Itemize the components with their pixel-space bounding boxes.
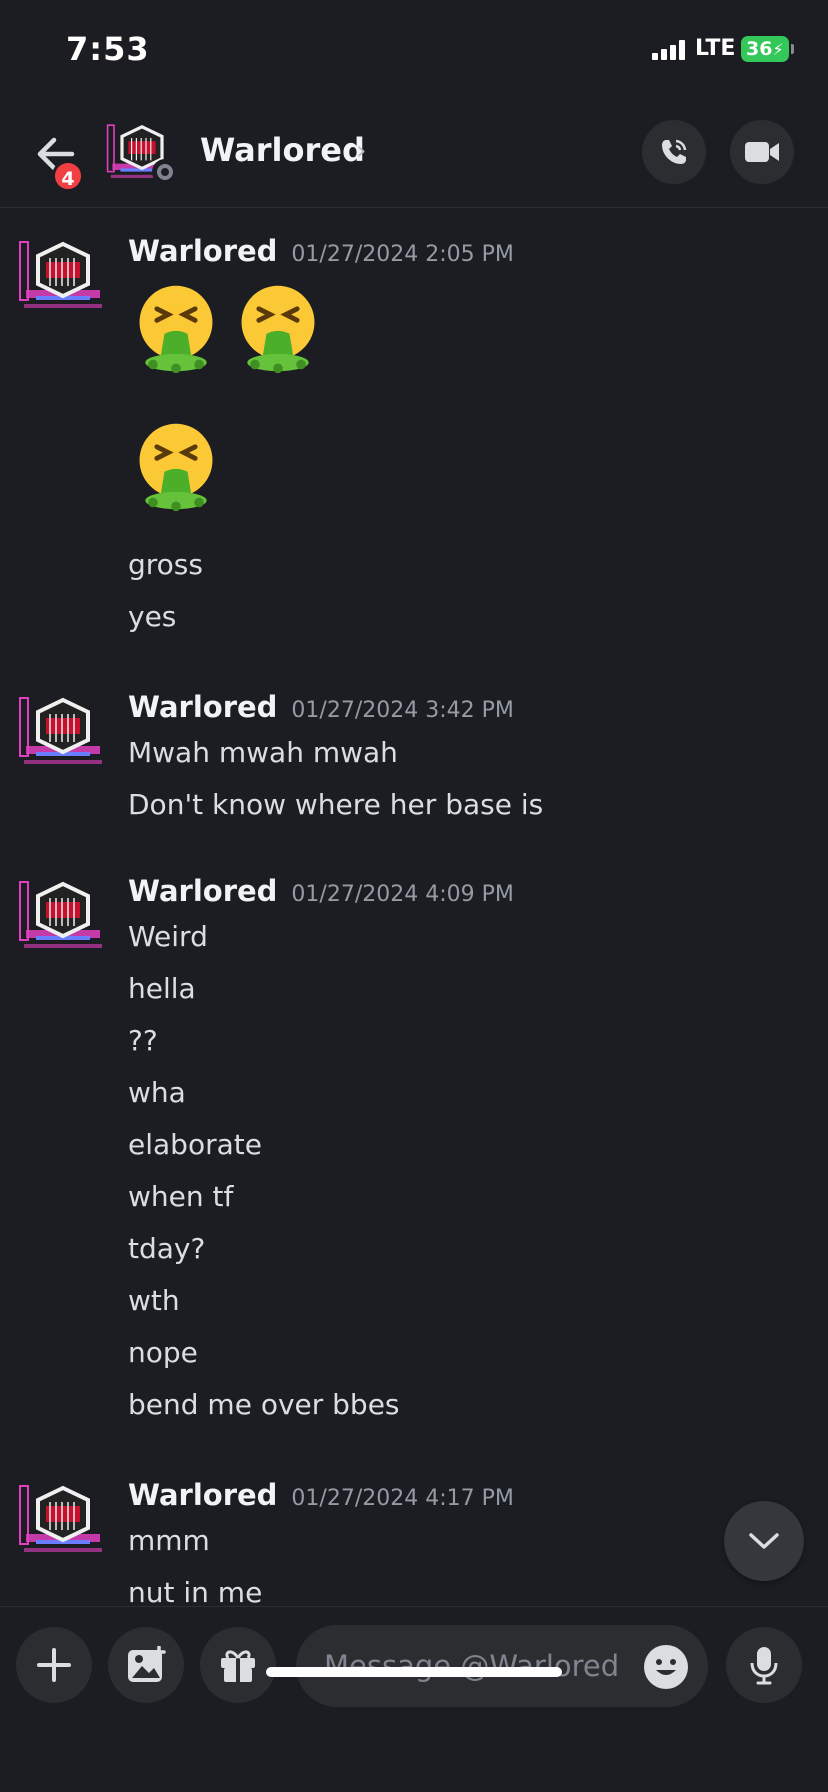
message-text[interactable]: wth xyxy=(128,1284,180,1317)
chevron-down-icon xyxy=(749,1533,779,1549)
message-header: Warlored 01/27/2024 4:17 PM xyxy=(128,1478,514,1518)
attach-button[interactable] xyxy=(16,1627,92,1703)
vomiting-face-emoji-icon xyxy=(139,285,213,374)
chevron-right-icon[interactable]: › xyxy=(356,136,366,166)
gift-icon xyxy=(221,1650,255,1682)
channel-name[interactable]: Warlored xyxy=(200,131,365,169)
message-text[interactable]: elaborate xyxy=(128,1128,262,1161)
message-text[interactable]: when tf xyxy=(128,1180,233,1213)
avatar[interactable] xyxy=(18,1482,108,1562)
message-timestamp: 01/27/2024 2:05 PM xyxy=(291,242,514,267)
channel-header: 4 Warlored › xyxy=(0,100,828,208)
message-text[interactable]: Don't know where her base is xyxy=(128,788,543,821)
message-header: Warlored 01/27/2024 4:09 PM xyxy=(128,874,514,914)
message-composer xyxy=(0,1606,828,1792)
gift-button[interactable] xyxy=(200,1627,276,1703)
message-timestamp: 01/27/2024 4:09 PM xyxy=(291,882,514,907)
status-bar: 7:53 LTE 36⚡ xyxy=(0,0,828,100)
voice-message-button[interactable] xyxy=(726,1627,802,1703)
message-text[interactable]: hella xyxy=(128,972,196,1005)
avatar[interactable] xyxy=(18,878,108,958)
avatar[interactable] xyxy=(18,238,108,318)
phone-icon xyxy=(662,139,687,164)
message-timestamp: 01/27/2024 4:17 PM xyxy=(291,1486,514,1511)
message-header: Warlored 01/27/2024 2:05 PM xyxy=(128,234,514,274)
emoji-picker-button[interactable] xyxy=(644,1645,688,1689)
unread-badge: 4 xyxy=(52,160,84,192)
image-upload-button[interactable] xyxy=(108,1627,184,1703)
video-camera-icon xyxy=(745,142,779,162)
status-time: 7:53 xyxy=(66,30,150,68)
message-author[interactable]: Warlored xyxy=(128,690,277,724)
microphone-icon xyxy=(750,1647,778,1685)
message-text[interactable]: yes xyxy=(128,600,176,633)
presence-status-icon xyxy=(152,159,178,185)
vomiting-face-emoji-icon xyxy=(241,285,315,374)
jump-to-bottom-button[interactable] xyxy=(724,1501,804,1581)
vomiting-face-emoji-icon xyxy=(139,423,213,512)
message-author[interactable]: Warlored xyxy=(128,874,277,908)
message-text[interactable]: nope xyxy=(128,1336,198,1369)
carrier-label: LTE xyxy=(695,36,736,61)
message-header: Warlored 01/27/2024 3:42 PM xyxy=(128,690,514,730)
message-list[interactable]: Warlored 01/27/2024 2:05 PM gross yes Wa… xyxy=(0,208,828,1606)
message-text[interactable]: bend me over bbes xyxy=(128,1388,400,1421)
message-text[interactable]: Mwah mwah mwah xyxy=(128,736,398,769)
message-text[interactable]: Weird xyxy=(128,920,208,953)
message-timestamp: 01/27/2024 3:42 PM xyxy=(291,698,514,723)
battery-tip xyxy=(791,44,794,54)
message-text[interactable]: mmm xyxy=(128,1524,210,1557)
image-icon xyxy=(128,1646,166,1682)
message-author[interactable]: Warlored xyxy=(128,1478,277,1512)
message-text[interactable]: nut in me xyxy=(128,1576,262,1606)
battery-level: 36 xyxy=(746,38,773,60)
signal-icon xyxy=(652,40,686,60)
smiley-icon xyxy=(646,1647,686,1687)
plus-icon xyxy=(37,1648,71,1682)
video-call-button[interactable] xyxy=(730,120,794,184)
message-author[interactable]: Warlored xyxy=(128,234,277,268)
battery-icon: 36⚡ xyxy=(741,36,789,62)
avatar[interactable] xyxy=(18,694,108,774)
message-text[interactable]: gross xyxy=(128,548,203,581)
message-text[interactable]: wha xyxy=(128,1076,186,1109)
message-text[interactable]: tday? xyxy=(128,1232,205,1265)
message-text[interactable]: ?? xyxy=(128,1024,158,1057)
home-indicator xyxy=(266,1667,562,1677)
voice-call-button[interactable] xyxy=(642,120,706,184)
